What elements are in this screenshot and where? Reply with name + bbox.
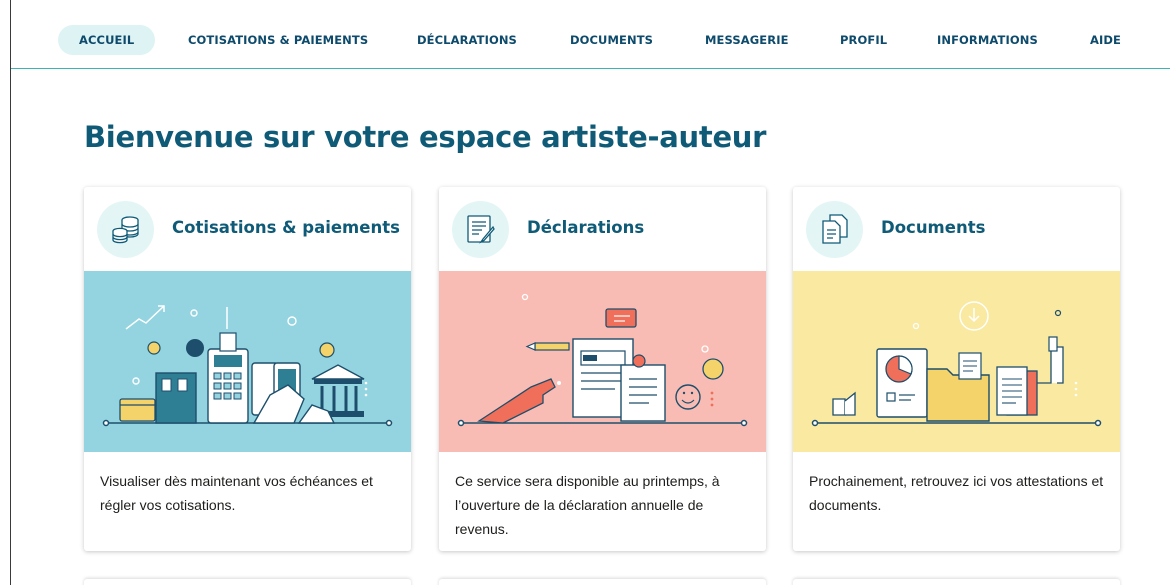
card-header: Déclarations bbox=[439, 187, 766, 271]
payments-illustration bbox=[84, 271, 411, 452]
nav-declarations[interactable]: DÉCLARATIONS bbox=[417, 25, 517, 55]
card-description: Prochainement, retrouvez ici vos attesta… bbox=[809, 473, 1104, 513]
card-header: Cotisations & paiements bbox=[84, 187, 411, 271]
nav-profil[interactable]: PROFIL bbox=[840, 25, 887, 55]
card-cotisations[interactable]: Cotisations & paiements Visualiser dès m… bbox=[84, 187, 411, 551]
card-description: Ce service sera disponible au printemps,… bbox=[455, 473, 720, 537]
nav-informations[interactable]: INFORMATIONS bbox=[937, 25, 1038, 55]
card-next-row bbox=[439, 579, 766, 585]
documents-icon bbox=[806, 201, 863, 258]
coins-stack-icon bbox=[97, 201, 154, 258]
card-description: Visualiser dès maintenant vos échéances … bbox=[100, 473, 373, 513]
card-next-row bbox=[793, 579, 1120, 585]
card-documents[interactable]: Documents Prochainement, retrouvez ici v… bbox=[793, 187, 1120, 551]
nav-messagerie[interactable]: MESSAGERIE bbox=[705, 25, 789, 55]
nav-documents[interactable]: DOCUMENTS bbox=[570, 25, 653, 55]
window-left-edge bbox=[10, 0, 11, 585]
nav-accueil[interactable]: ACCUEIL bbox=[58, 25, 156, 55]
card-title: Documents bbox=[881, 218, 986, 237]
page-title: Bienvenue sur votre espace artiste-auteu… bbox=[84, 120, 767, 154]
declarations-illustration bbox=[439, 271, 766, 452]
card-title: Déclarations bbox=[527, 218, 645, 237]
form-pen-icon bbox=[452, 201, 509, 258]
card-title: Cotisations & paiements bbox=[172, 218, 400, 237]
nav-aide[interactable]: AIDE bbox=[1090, 25, 1121, 55]
card-header: Documents bbox=[793, 187, 1120, 271]
main-navigation: ACCUEIL COTISATIONS & PAIEMENTS DÉCLARAT… bbox=[11, 0, 1170, 69]
card-declarations[interactable]: Déclarations Ce service sera disponible … bbox=[439, 187, 766, 551]
card-next-row bbox=[84, 579, 411, 585]
documents-illustration bbox=[793, 271, 1120, 452]
nav-cotisations-paiements[interactable]: COTISATIONS & PAIEMENTS bbox=[188, 25, 368, 55]
